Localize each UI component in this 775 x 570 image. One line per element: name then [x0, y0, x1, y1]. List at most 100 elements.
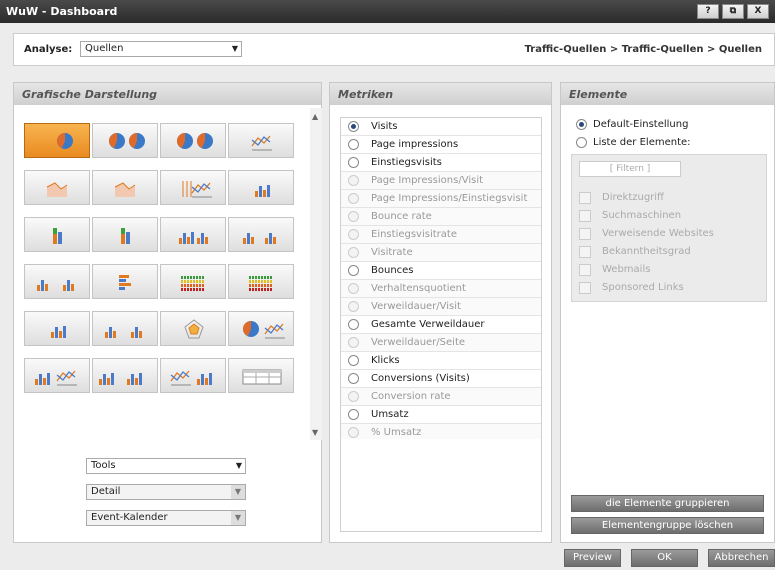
chart-type-button[interactable] [228, 123, 294, 158]
chart-type-button[interactable] [160, 217, 226, 252]
tools-select[interactable]: Tools ▼ [86, 458, 246, 474]
chart-type-button[interactable] [228, 170, 294, 205]
metric-row[interactable]: Umsatz [341, 406, 541, 424]
metric-label: Conversion rate [371, 391, 451, 402]
checkbox-icon [579, 264, 591, 276]
group-elements-button[interactable]: die Elemente gruppieren [571, 495, 764, 512]
metric-row[interactable]: Gesamte Verweildauer [341, 316, 541, 334]
metric-row: Verhaltensquotient [341, 280, 541, 298]
metric-row[interactable]: Bounces [341, 262, 541, 280]
chart-type-icon [255, 185, 270, 197]
radio-icon[interactable] [348, 121, 359, 132]
cancel-button[interactable]: Abbrechen [708, 549, 775, 567]
radio-icon[interactable] [348, 409, 359, 420]
close-button[interactable]: X [747, 4, 769, 19]
delete-element-group-button[interactable]: Elementengruppe löschen [571, 517, 764, 534]
metric-label: Visits [371, 121, 398, 132]
chart-type-icon [99, 373, 142, 385]
chart-type-icon [51, 326, 66, 338]
chart-type-button[interactable] [228, 217, 294, 252]
radio-icon [348, 247, 359, 258]
tools-select-value: Tools [91, 460, 116, 471]
metric-label: Klicks [371, 355, 400, 366]
chart-type-button[interactable] [160, 358, 226, 393]
chart-type-button[interactable] [24, 217, 90, 252]
chart-type-button[interactable] [160, 264, 226, 299]
chart-type-button[interactable] [24, 170, 90, 205]
radio-icon[interactable] [348, 157, 359, 168]
metric-label: Einstiegsvisits [371, 157, 442, 168]
default-setting-label: Default-Einstellung [593, 119, 689, 130]
elements-panel-title: Elemente [561, 83, 774, 105]
event-calendar-select[interactable]: Event-Kalender ▼ [86, 510, 246, 526]
chart-type-icon [119, 275, 131, 290]
metrics-panel: Metriken Visits Page impressions Einstiegs… [329, 82, 552, 543]
breadcrumb: Traffic-Quellen > Traffic-Quellen > Quel… [524, 44, 762, 55]
metric-label: % Umsatz [371, 427, 422, 438]
chart-type-button[interactable] [24, 264, 90, 299]
detail-select[interactable]: Detail ▼ [86, 484, 246, 500]
metric-row[interactable]: Conversions (Visits) [341, 370, 541, 388]
chart-type-button[interactable] [92, 170, 158, 205]
chart-type-icon [184, 319, 204, 339]
checkbox-icon [579, 192, 591, 204]
metric-label: Gesamte Verweildauer [371, 319, 485, 330]
chart-type-button[interactable] [24, 123, 90, 158]
chart-type-button[interactable] [92, 217, 158, 252]
metric-label: Bounces [371, 265, 414, 276]
graph-panel: Grafische Darstellung ▲ ▼ Tools ▼ Detail… [13, 82, 322, 543]
checkbox-icon [579, 246, 591, 258]
chart-type-button[interactable] [160, 170, 226, 205]
detail-select-value: Detail [91, 486, 121, 497]
chart-type-icon [114, 182, 136, 197]
radio-icon [348, 427, 359, 438]
radio-icon[interactable] [576, 137, 587, 148]
restore-button[interactable]: ⧉ [722, 4, 744, 19]
chevron-down-icon: ▼ [231, 44, 238, 53]
chart-type-button[interactable] [92, 311, 158, 346]
ok-button[interactable]: OK [631, 549, 698, 567]
radio-icon[interactable] [348, 139, 359, 150]
metric-label: Verhaltensquotient [371, 283, 466, 294]
radio-icon[interactable] [348, 355, 359, 366]
help-button[interactable]: ? [697, 4, 719, 19]
analyse-bar: Analyse: Quellen ▼ Traffic-Quellen > Tra… [13, 33, 775, 66]
metric-label: Page impressions [371, 139, 459, 150]
analyse-select[interactable]: Quellen ▼ [80, 41, 242, 57]
checkbox-icon [579, 228, 591, 240]
metric-row[interactable]: Visits [341, 118, 541, 136]
radio-icon [348, 229, 359, 240]
chart-type-button[interactable] [228, 311, 294, 346]
metric-row[interactable]: Einstiegsvisits [341, 154, 541, 172]
preview-button[interactable]: Preview [564, 549, 621, 567]
radio-icon [348, 211, 359, 222]
chart-type-button[interactable] [92, 264, 158, 299]
radio-icon[interactable] [348, 373, 359, 384]
metric-label: Verweildauer/Seite [371, 337, 466, 348]
event-calendar-select-value: Event-Kalender [91, 512, 168, 523]
radio-icon [348, 391, 359, 402]
radio-icon[interactable] [576, 119, 587, 130]
chart-type-button[interactable] [160, 311, 226, 346]
chart-type-button[interactable] [160, 123, 226, 158]
metric-row: Bounce rate [341, 208, 541, 226]
radio-icon[interactable] [348, 265, 359, 276]
chart-type-button[interactable] [24, 311, 90, 346]
analyse-select-value: Quellen [85, 43, 124, 54]
element-item-label: Suchmaschinen [602, 210, 682, 221]
filter-input[interactable]: [ Filtern ] [579, 161, 681, 177]
chart-type-button[interactable] [92, 123, 158, 158]
metric-row[interactable]: Page impressions [341, 136, 541, 154]
metric-row[interactable]: Klicks [341, 352, 541, 370]
scroll-down-icon[interactable]: ▼ [312, 428, 318, 437]
chart-type-icon [109, 133, 145, 149]
chart-type-button[interactable] [24, 358, 90, 393]
metric-label: Bounce rate [371, 211, 432, 222]
radio-icon [348, 175, 359, 186]
chart-type-button[interactable] [228, 264, 294, 299]
graph-scrollbar[interactable]: ▲ ▼ [310, 108, 322, 440]
scroll-up-icon[interactable]: ▲ [312, 112, 318, 121]
radio-icon[interactable] [348, 319, 359, 330]
chart-type-button[interactable] [228, 358, 294, 393]
chart-type-button[interactable] [92, 358, 158, 393]
